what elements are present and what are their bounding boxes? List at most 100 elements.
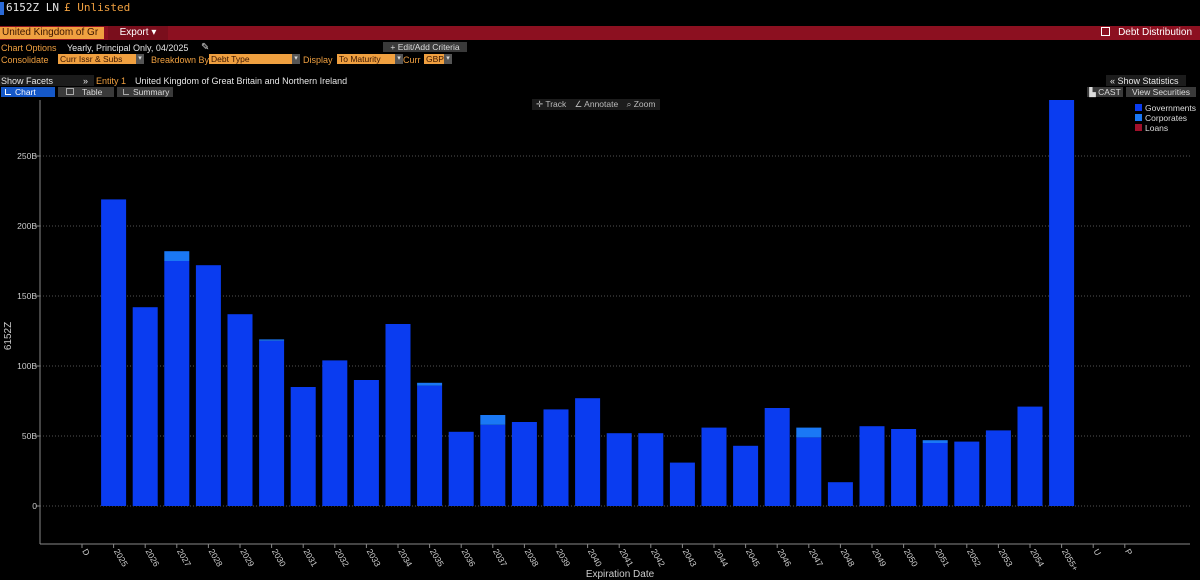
x-tick-label: 2054 (1028, 547, 1046, 569)
bar-governments[interactable] (259, 340, 285, 506)
y-tick-label: 50B (22, 431, 37, 441)
x-tick-label: 2048 (839, 547, 857, 569)
y-axis: 0 50B 100B 150B 200B 250B (17, 100, 41, 544)
consolidate-label: Consolidate (1, 55, 49, 65)
legend-label[interactable]: Governments (1145, 103, 1196, 113)
bar-governments[interactable] (290, 387, 316, 506)
bar-governments[interactable] (859, 426, 885, 506)
bar-governments[interactable] (575, 398, 601, 506)
bar-governments[interactable] (101, 199, 127, 506)
debt-distribution-chart: 0 50B 100B 150B 200B 250B D 2025 2026 2027 2028 20… (3, 100, 1197, 580)
summary-icon (123, 89, 129, 95)
bar-governments[interactable] (764, 408, 790, 506)
bar-corporates[interactable] (164, 251, 190, 261)
y-tick-label: 250B (17, 151, 37, 161)
x-tick-label: 2035 (428, 547, 446, 569)
breakdown-label: Breakdown By (151, 55, 210, 65)
chart-icon (5, 89, 11, 95)
bar-governments[interactable] (985, 430, 1011, 506)
table-icon (66, 88, 74, 95)
x-tick-label: 2051 (933, 547, 951, 569)
bar-governments[interactable] (638, 433, 664, 506)
currency-select[interactable]: GBP (424, 54, 444, 64)
bar-corporates[interactable] (417, 382, 443, 386)
display-select[interactable]: To Maturity (337, 54, 395, 64)
bar-corporates[interactable] (259, 339, 285, 341)
pencil-icon[interactable]: ✎ (201, 43, 209, 53)
edit-criteria-button[interactable]: + Edit/Add Criteria (383, 42, 467, 52)
y-tick-label: 0 (32, 501, 37, 511)
bar-governments[interactable] (511, 422, 537, 506)
x-tick-label: 2033 (365, 547, 383, 569)
chart-options-value[interactable]: Yearly, Principal Only, 04/2025 (67, 43, 188, 53)
x-tick-label: 2025 (112, 547, 130, 569)
bar-governments[interactable] (1017, 406, 1043, 506)
x-tick-label: 2040 (586, 547, 604, 569)
x-tick-label: 2026 (143, 547, 161, 569)
y-tick-label: 150B (17, 291, 37, 301)
legend: GovernmentsCorporatesLoans (1131, 102, 1197, 136)
breakdown-select[interactable]: Debt Type (209, 54, 292, 64)
bar-governments[interactable] (827, 482, 853, 506)
bar-governments[interactable] (132, 307, 158, 506)
bar-governments[interactable] (353, 380, 379, 506)
entity-label: Entity 1 (96, 76, 127, 86)
consolidate-select[interactable]: Curr Issr & Subs (58, 54, 136, 64)
bar-governments[interactable] (448, 431, 474, 506)
x-tick-label: 2037 (491, 547, 509, 569)
chevron-down-icon[interactable]: ▾ (444, 54, 452, 64)
x-tick-label: 2042 (649, 547, 667, 569)
bar-governments[interactable] (543, 409, 569, 506)
bar-corporates[interactable] (922, 440, 948, 443)
listing-status: £ Unlisted (64, 1, 131, 14)
x-tick-label: 2039 (554, 547, 572, 569)
chevron-down-icon[interactable]: ▾ (136, 54, 144, 64)
bar-governments[interactable] (606, 433, 632, 506)
display-label: Display (303, 55, 333, 65)
bar-governments[interactable] (164, 261, 190, 506)
bar-governments[interactable] (891, 429, 917, 506)
bar-governments[interactable] (1049, 100, 1075, 506)
bar-governments[interactable] (669, 462, 695, 506)
chart-options-label: Chart Options (1, 43, 57, 53)
x-tick-label: 2046 (775, 547, 793, 569)
bar-governments[interactable] (480, 424, 506, 506)
x-tick-label: 2052 (965, 547, 983, 569)
bar-governments[interactable] (954, 441, 980, 506)
debt-distribution-label: Debt Distribution (1118, 27, 1192, 38)
x-axis-label: Expiration Date (586, 569, 655, 580)
bar-governments[interactable] (195, 265, 221, 506)
bar-governments[interactable] (417, 385, 443, 506)
legend-label[interactable]: Loans (1145, 123, 1168, 133)
function-toolbar (0, 26, 1200, 40)
x-tick-label: 2028 (207, 547, 225, 569)
bar-governments[interactable] (227, 314, 253, 506)
bar-governments[interactable] (701, 427, 727, 506)
expand-facets-icon[interactable]: » (83, 76, 88, 86)
x-tick-label: 2038 (523, 547, 541, 569)
bar-governments[interactable] (322, 360, 348, 506)
ticker-marker (0, 2, 4, 15)
x-tick-label: 2049 (870, 547, 888, 569)
bar-governments[interactable] (922, 443, 948, 506)
bar-governments[interactable] (733, 445, 759, 506)
show-facets-label: Show Facets (1, 76, 54, 86)
export-button[interactable]: Export ▾ (108, 26, 168, 40)
x-tick-label: 2044 (712, 547, 730, 569)
bar-governments[interactable] (385, 324, 411, 506)
debt-distribution-link[interactable]: Debt Distribution (1101, 26, 1192, 40)
chevron-down-icon[interactable]: ▾ (292, 54, 300, 64)
entity-field[interactable]: United Kingdom of Gr (0, 27, 104, 39)
chevron-down-icon[interactable]: ▾ (395, 54, 403, 64)
bar-corporates[interactable] (480, 415, 506, 425)
legend-label[interactable]: Corporates (1145, 113, 1187, 123)
bar-corporates[interactable] (796, 427, 822, 438)
x-tick-label: 2050 (902, 547, 920, 569)
currency-label: Curr (403, 55, 421, 65)
external-link-icon (1101, 27, 1111, 36)
show-statistics-button[interactable]: « Show Statistics (1110, 76, 1179, 86)
y-axis-label: 6152Z (3, 322, 14, 350)
x-tick-label: 2031 (301, 547, 319, 569)
entity-name: United Kingdom of Great Britain and Nort… (135, 76, 348, 86)
bar-governments[interactable] (796, 437, 822, 506)
